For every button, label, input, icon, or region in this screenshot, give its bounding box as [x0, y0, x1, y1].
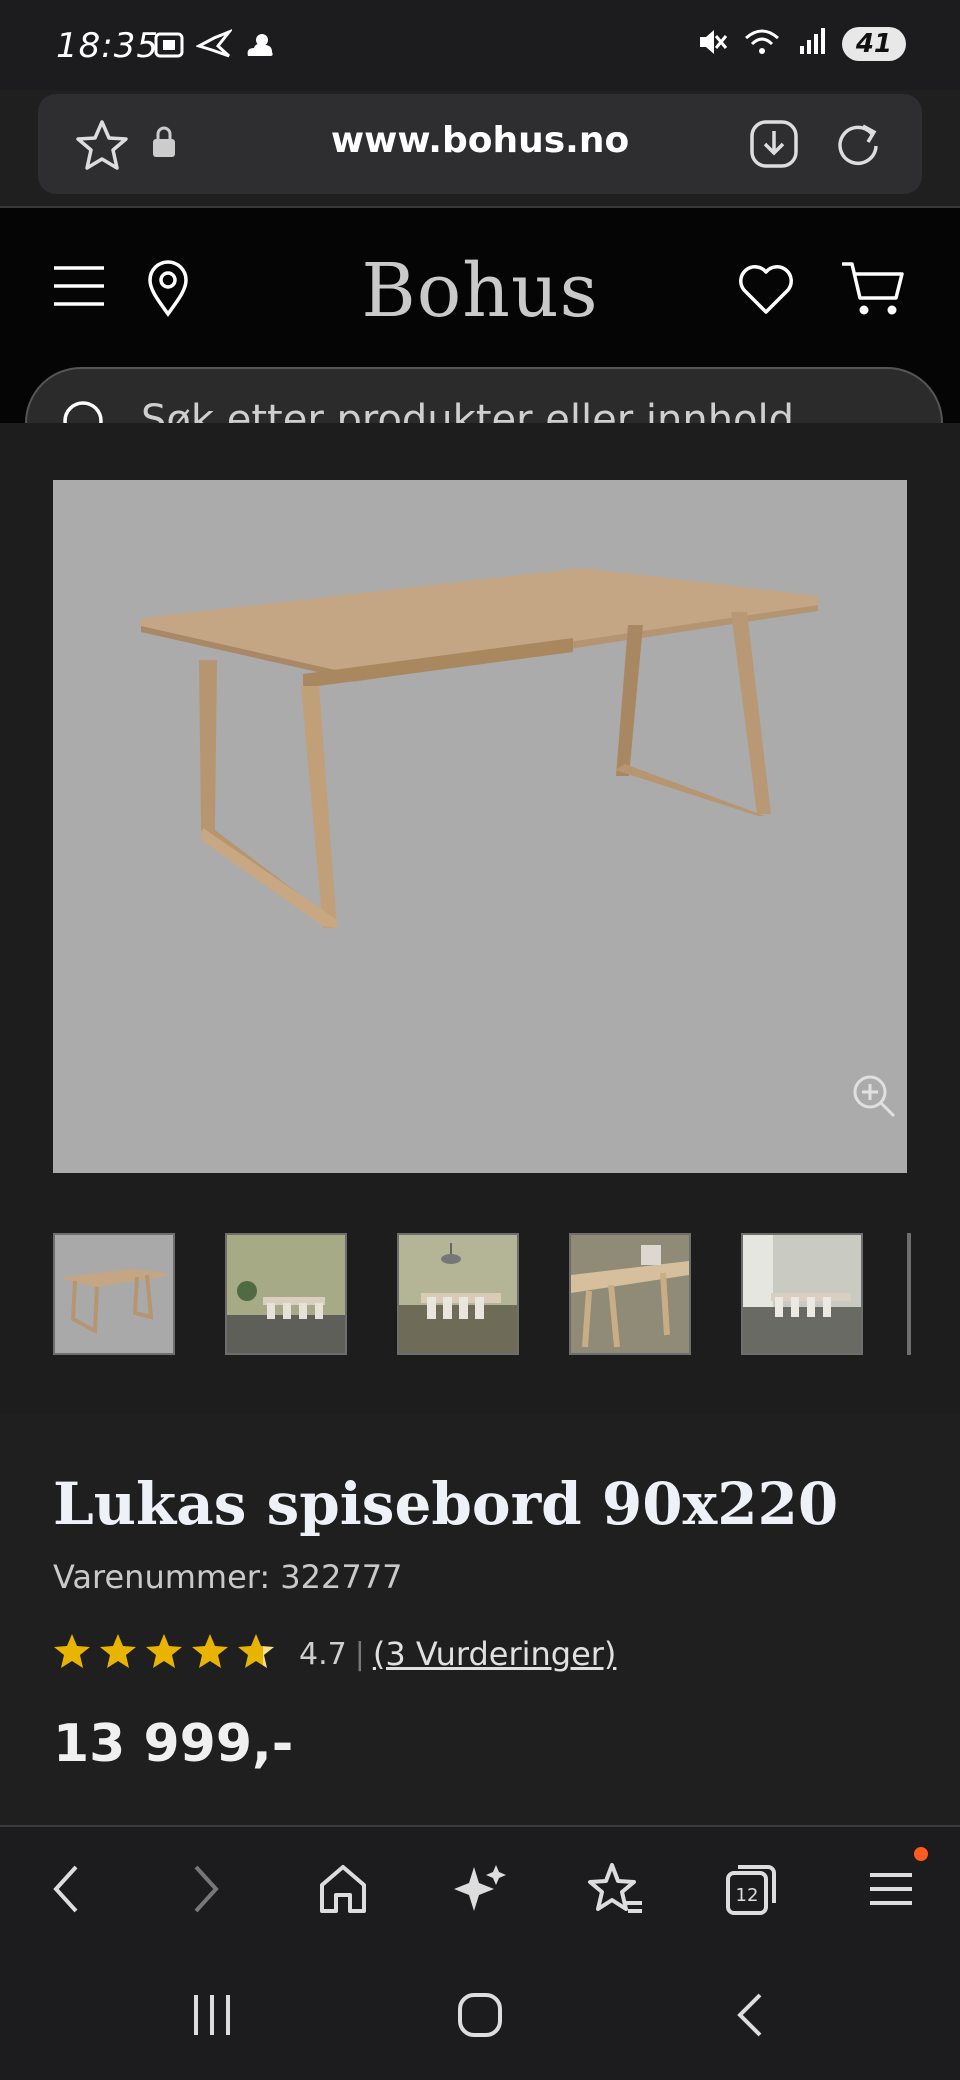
product-price: 13 999,- — [53, 1714, 294, 1774]
product-title: Lukas spisebord 90x220 — [53, 1470, 839, 1538]
thumbnail-strip — [53, 1233, 913, 1359]
rating-stars — [53, 1632, 279, 1676]
reviews-link[interactable]: (3 Vurderinger) — [373, 1635, 617, 1673]
home-icon[interactable] — [316, 1859, 370, 1923]
reload-icon[interactable] — [832, 118, 884, 174]
system-nav-bar — [0, 1955, 960, 2080]
tabs-count: 12 — [736, 1885, 759, 1906]
back-icon[interactable] — [46, 1859, 86, 1923]
rating-separator: | — [354, 1636, 365, 1672]
ai-sparkle-icon[interactable] — [452, 1859, 508, 1923]
site-logo[interactable]: Bohus — [0, 248, 960, 334]
download-icon[interactable] — [748, 118, 800, 174]
cart-icon[interactable] — [840, 258, 906, 324]
address-bar[interactable]: www.bohus.no — [38, 94, 922, 194]
forward-icon[interactable] — [186, 1859, 226, 1923]
bookmarks-icon[interactable] — [586, 1859, 644, 1923]
heart-icon[interactable] — [736, 262, 796, 320]
status-time: 18:35 — [56, 26, 159, 66]
table-illustration — [141, 568, 818, 928]
thumbnail-3[interactable] — [397, 1233, 519, 1355]
system-back-icon[interactable] — [730, 1991, 770, 2043]
browser-toolbar: 12 — [0, 1825, 960, 1957]
product-image[interactable] — [53, 480, 907, 1173]
thumbnail-6-edge[interactable] — [907, 1233, 911, 1355]
bird-icon — [195, 28, 234, 66]
notification-dot — [914, 1847, 928, 1861]
weather-icon — [242, 28, 278, 66]
rating-value: 4.7 — [299, 1636, 347, 1672]
product-rating: 4.7 | (3 Vurderinger) — [53, 1632, 616, 1676]
battery-indicator: 41 — [841, 27, 906, 61]
screenshot-icon — [152, 28, 186, 66]
tabs-icon[interactable]: 12 — [724, 1859, 778, 1923]
wifi-icon — [742, 26, 782, 62]
product-sku: Varenummer: 322777 — [53, 1558, 403, 1596]
mute-icon — [696, 26, 728, 62]
zoom-icon[interactable] — [850, 1072, 898, 1124]
home-button-icon[interactable] — [456, 1991, 504, 2043]
thumbnail-4[interactable] — [569, 1233, 691, 1355]
status-bar: 18:35 41 — [0, 0, 960, 90]
recents-icon[interactable] — [190, 1991, 234, 2043]
thumbnail-1[interactable] — [53, 1233, 175, 1355]
signal-icon — [796, 26, 828, 62]
thumbnail-2[interactable] — [225, 1233, 347, 1355]
thumbnail-5[interactable] — [741, 1233, 863, 1355]
menu-icon-browser[interactable] — [866, 1859, 916, 1923]
